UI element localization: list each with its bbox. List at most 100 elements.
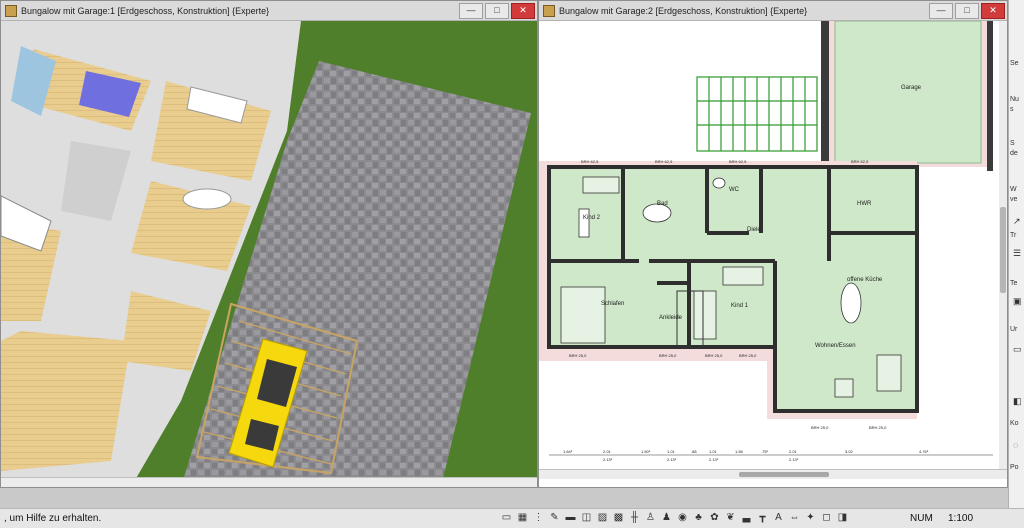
left-window-title: Bungalow mit Garage:1 [Erdgeschoss, Kons…: [21, 5, 270, 16]
tool-icon[interactable]: ◌: [1013, 440, 1018, 450]
plan-vscroll-thumb[interactable]: [1000, 207, 1006, 293]
room-label-kind2: Kind 2: [583, 215, 601, 221]
dotted-grid-icon[interactable]: ⋮: [532, 511, 545, 524]
3d-viewport[interactable]: [1, 21, 537, 487]
right-side-panel[interactable]: Se Nu s S de W ve Tr Te Ur Ko Po ☰ ↗ ▣ ▭…: [1008, 0, 1024, 508]
hamburger-icon[interactable]: ☰: [1013, 248, 1021, 259]
brh-label: BRH 25,0: [811, 425, 829, 430]
left-horizontal-scrollbar[interactable]: [1, 477, 537, 487]
dimension-label: 1.50⁵: [641, 449, 651, 454]
tool-icon[interactable]: ▣: [1013, 296, 1022, 307]
garage-room: [834, 21, 982, 164]
right-window-titlebar[interactable]: Bungalow mit Garage:2 [Erdgeschoss, Kons…: [539, 1, 1007, 21]
app-icon: [543, 4, 555, 17]
right-window-title: Bungalow mit Garage:2 [Erdgeschoss, Kons…: [559, 5, 808, 16]
panel-item[interactable]: Nu: [1010, 96, 1019, 103]
window-icon[interactable]: ◻: [820, 511, 833, 524]
panel-item[interactable]: Tr: [1010, 232, 1016, 239]
dimension-label: .88: [691, 449, 697, 454]
hatch-icon[interactable]: ▨: [596, 511, 609, 524]
brh-label: BRH 25,0: [869, 425, 887, 430]
symbol-icon[interactable]: ✦: [804, 511, 817, 524]
brh-label: BRH 25,0: [739, 353, 757, 358]
dimension-label: 1.01: [667, 449, 676, 454]
room-label-wc: WC: [729, 187, 740, 193]
dimension-label: .75⁵: [761, 449, 769, 454]
arrow-icon[interactable]: ↗: [1013, 216, 1021, 227]
sofa-icon[interactable]: ▃: [740, 511, 753, 524]
dimension-label: 4.76⁵: [919, 449, 929, 454]
text-icon[interactable]: A: [772, 511, 785, 524]
room-label-ankleide: Ankleide: [659, 315, 683, 321]
scale-indicator: 1:100: [948, 513, 974, 524]
dimension-label: 1.58: [735, 449, 744, 454]
room-label-kueche: offene Küche: [847, 277, 883, 283]
plan-hscroll-thumb[interactable]: [739, 472, 829, 477]
dimension-label: 2.01: [603, 449, 612, 454]
dimension-label: 2.01: [789, 449, 798, 454]
plant-icon[interactable]: ❦: [724, 511, 737, 524]
flower-icon[interactable]: ✿: [708, 511, 721, 524]
figures-icon[interactable]: ♟: [660, 511, 673, 524]
brh-label: BRH 25,0: [705, 353, 723, 358]
panel-item[interactable]: S: [1010, 140, 1015, 147]
panel-item[interactable]: ve: [1010, 196, 1017, 203]
wall-icon[interactable]: ▬: [564, 511, 577, 524]
dimension-label: 3.02: [845, 449, 854, 454]
dimension-label: 2.13⁵: [709, 457, 719, 462]
panel-item[interactable]: W: [1010, 186, 1017, 193]
brh-label: BRH 62,5: [655, 159, 673, 164]
left-3d-window[interactable]: Bungalow mit Garage:1 [Erdgeschoss, Kons…: [0, 0, 538, 488]
panel-item[interactable]: s: [1010, 106, 1014, 113]
minimize-button[interactable]: —: [929, 2, 953, 19]
panel-item[interactable]: Se: [1010, 60, 1019, 67]
dimension-label: 1.64⁵: [563, 449, 573, 454]
close-button[interactable]: ✕: [981, 2, 1005, 19]
person-icon[interactable]: ♙: [644, 511, 657, 524]
status-help-text: , um Hilfe zu erhalten.: [4, 513, 102, 524]
room-label-schlafen: Schlafen: [601, 301, 624, 307]
plan-vertical-scrollbar[interactable]: [999, 21, 1007, 469]
maximize-button[interactable]: □: [955, 2, 979, 19]
room-label-hwr: HWR: [857, 201, 872, 207]
room-label-bad: Bad: [657, 201, 668, 207]
texture-icon[interactable]: ▩: [612, 511, 625, 524]
close-button[interactable]: ✕: [511, 2, 535, 19]
tree-icon[interactable]: ♣: [692, 511, 705, 524]
panel-item[interactable]: Po: [1010, 464, 1019, 471]
room-label-wohnen: Wohnen/Essen: [815, 343, 856, 349]
panel-item[interactable]: Te: [1010, 280, 1017, 287]
app-icon: [5, 4, 17, 17]
door-icon[interactable]: ◨: [836, 511, 849, 524]
plan-horizontal-scrollbar[interactable]: [539, 469, 1007, 479]
brh-label: BRH 62,5: [581, 159, 599, 164]
room-label-kind1: Kind 1: [731, 303, 749, 309]
tool-icon[interactable]: ◧: [1013, 396, 1022, 407]
pencil-icon[interactable]: ✎: [548, 511, 561, 524]
floorplan-canvas[interactable]: Garage Kind 2 Bad WC HWR Diele Schlafen …: [539, 21, 999, 487]
grid-icon[interactable]: ▦: [516, 511, 529, 524]
left-window-titlebar[interactable]: Bungalow mit Garage:1 [Erdgeschoss, Kons…: [1, 1, 537, 21]
bathtub: [182, 188, 232, 210]
minimize-button[interactable]: —: [459, 2, 483, 19]
maximize-button[interactable]: □: [485, 2, 509, 19]
toolbar-tray: ▭ ▦ ⋮ ✎ ▬ ◫ ▨ ▩ ╫ ♙ ♟ ◉ ♣ ✿ ❦ ▃ ┳ A ⇔ ✦ …: [500, 511, 852, 524]
dimension-label: 1.01: [709, 449, 718, 454]
brh-label: BRH 62,5: [851, 159, 869, 164]
status-bar: , um Hilfe zu erhalten. ▭ ▦ ⋮ ✎ ▬ ◫ ▨ ▩ …: [0, 508, 1024, 528]
dimension-icon[interactable]: ⇔: [788, 511, 801, 524]
panel-item[interactable]: de: [1010, 150, 1018, 157]
tool-icon[interactable]: ▭: [1013, 344, 1022, 355]
right-plan-window[interactable]: Bungalow mit Garage:2 [Erdgeschoss, Kons…: [538, 0, 1008, 488]
car-icon[interactable]: ◉: [676, 511, 689, 524]
brh-label: BRH 25,0: [659, 353, 677, 358]
eraser-icon[interactable]: ▭: [500, 511, 513, 524]
dimension-label: 2.13⁵: [667, 457, 677, 462]
panel-item[interactable]: Ur: [1010, 326, 1017, 333]
num-lock-indicator: NUM: [910, 513, 933, 524]
layers-icon[interactable]: ◫: [580, 511, 593, 524]
table-icon[interactable]: ┳: [756, 511, 769, 524]
dimension-label: 2.13⁵: [603, 457, 613, 462]
panel-item[interactable]: Ko: [1010, 420, 1019, 427]
railing-icon[interactable]: ╫: [628, 511, 641, 524]
